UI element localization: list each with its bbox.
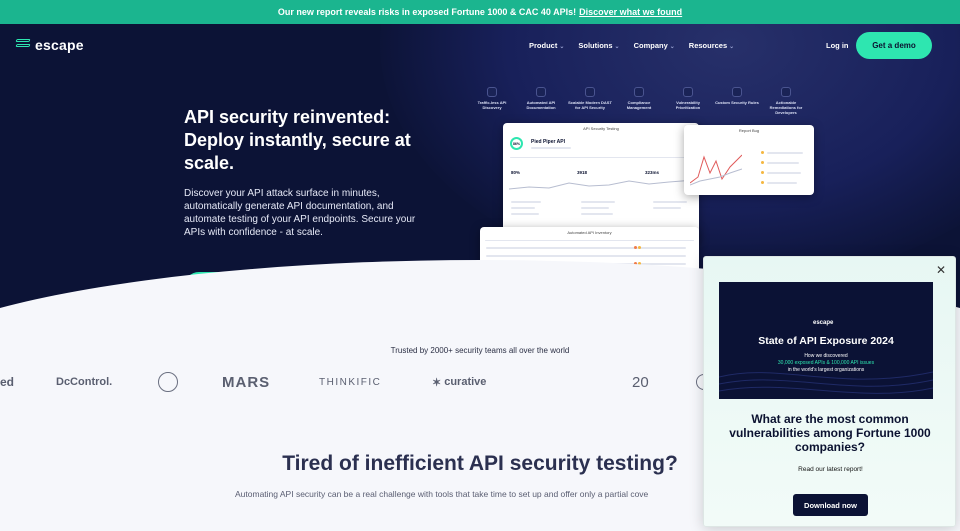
documentation-icon bbox=[536, 87, 546, 97]
report-line-2: 30,000 exposed APIs & 100,000 API issues bbox=[777, 360, 875, 366]
dashboard-main-card: API Security Testing 86% Pied Piper API … bbox=[503, 123, 699, 243]
customer-logo-thinkific: THINKIFIC bbox=[319, 376, 382, 388]
summary-value-1: 80% bbox=[511, 170, 521, 175]
login-link[interactable]: Log in bbox=[826, 41, 849, 50]
dast-icon bbox=[585, 87, 595, 97]
customer-logos: ed DcControl. MARS THINKIFIC ✶ curative 2… bbox=[0, 370, 720, 394]
dashboard-title: API Security Testing bbox=[583, 126, 619, 131]
report-chart bbox=[690, 154, 742, 186]
chevron-down-icon: ⌄ bbox=[729, 44, 735, 50]
customer-logo-20: 20 bbox=[632, 373, 649, 391]
report-logo: escape bbox=[813, 320, 834, 326]
report-line-1: How we discovered bbox=[804, 353, 848, 359]
prioritization-icon bbox=[683, 87, 693, 97]
feature-list: Traffic-less API Discovery Automated API… bbox=[470, 87, 808, 115]
remediation-icon bbox=[781, 87, 791, 97]
announcement-banner: Our new report reveals risks in exposed … bbox=[0, 0, 960, 24]
discovery-icon bbox=[487, 87, 497, 97]
asterisk-icon: ✶ bbox=[432, 376, 442, 389]
banner-text: Our new report reveals risks in exposed … bbox=[277, 7, 577, 17]
arrow-right-icon: → bbox=[258, 282, 267, 292]
download-now-button[interactable]: Download now bbox=[793, 494, 868, 516]
section-subtitle: Automating API security can be a real ch… bbox=[235, 489, 649, 499]
report-card-title: Report Bug bbox=[738, 128, 760, 133]
report-line-3: in the world's largest organizations bbox=[787, 367, 865, 373]
escape-logo-icon bbox=[15, 39, 32, 51]
chevron-down-icon: ⌄ bbox=[614, 44, 620, 50]
feature-item: Actionable Remediations for Developers bbox=[764, 87, 808, 115]
popup-question: What are the most common vulnerabilities… bbox=[729, 412, 931, 454]
header-get-demo-button[interactable]: Get a demo bbox=[856, 32, 932, 59]
customer-logo-mars: MARS bbox=[222, 373, 271, 391]
customer-logo-dccontrol: DcControl. bbox=[56, 376, 113, 388]
close-icon[interactable]: ✕ bbox=[936, 264, 946, 276]
trend-chart bbox=[509, 179, 695, 190]
inventory-card-title: Automated API Inventory bbox=[567, 230, 612, 235]
customer-logo: ed bbox=[0, 375, 15, 389]
escape-logo[interactable]: escape bbox=[15, 37, 84, 53]
nav-solutions[interactable]: Solutions ⌄ bbox=[578, 41, 619, 50]
feature-item: Scalable Modern DAST for API Security bbox=[568, 87, 612, 115]
compliance-icon bbox=[634, 87, 644, 97]
score-ring: 86% bbox=[510, 137, 523, 150]
summary-value-3: 323ms bbox=[645, 170, 660, 175]
api-name: Pied Piper API bbox=[531, 139, 565, 145]
nav-product[interactable]: Product ⌄ bbox=[529, 41, 564, 50]
report-title: State of API Exposure 2024 bbox=[758, 335, 894, 347]
customer-logo-circle-icon bbox=[158, 370, 178, 394]
banner-link[interactable]: Discover what we found bbox=[579, 7, 682, 17]
chevron-down-icon: ⌄ bbox=[559, 44, 565, 50]
rules-icon bbox=[732, 87, 742, 97]
dashboard-inventory-card: Automated API Inventory bbox=[480, 227, 699, 319]
report-cover: escape State of API Exposure 2024 How we… bbox=[719, 282, 933, 399]
feature-item: Compliance Management bbox=[617, 87, 661, 115]
report-popup: ✕ escape State of API Exposure 2024 How … bbox=[703, 256, 956, 527]
logo-text: escape bbox=[35, 37, 84, 53]
feature-item: Automated API Documentation bbox=[519, 87, 563, 115]
hero-lead: Discover your API attack surface in minu… bbox=[184, 188, 416, 238]
main-nav: Product ⌄ Solutions ⌄ Company ⌄ Resources ⌄ bbox=[529, 41, 734, 50]
hero-title: API security reinvented: Deploy instantl… bbox=[184, 107, 411, 173]
customer-logo-curative: ✶ curative bbox=[432, 376, 487, 389]
nav-company[interactable]: Company ⌄ bbox=[634, 41, 675, 50]
hero-get-demo-button[interactable]: Get a demo → bbox=[184, 272, 288, 302]
feature-item: Traffic-less API Discovery bbox=[470, 87, 514, 115]
feature-item: Custom Security Rules bbox=[715, 87, 759, 115]
feature-item: Vulnerability Prioritization bbox=[666, 87, 710, 115]
nav-resources[interactable]: Resources ⌄ bbox=[689, 41, 734, 50]
summary-value-2: 3918 bbox=[577, 170, 588, 175]
dashboard-report-card: Report Bug bbox=[684, 125, 814, 195]
popup-read-text: Read our latest report! bbox=[798, 466, 863, 473]
chevron-down-icon: ⌄ bbox=[669, 44, 675, 50]
